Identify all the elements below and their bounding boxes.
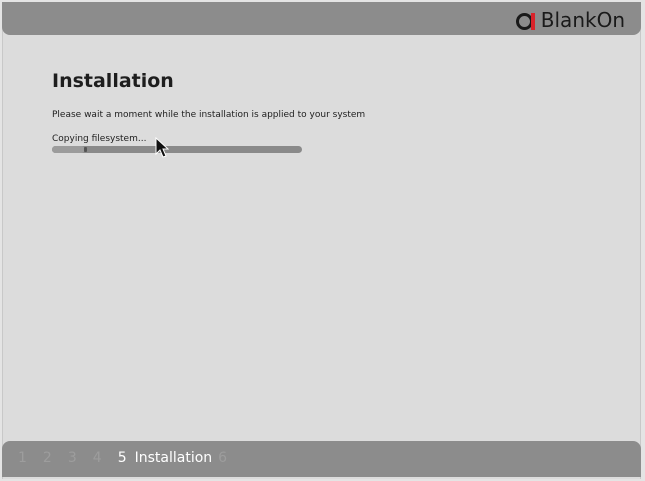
step-6: 6 xyxy=(218,450,228,466)
page-title: Installation xyxy=(52,70,174,92)
blankon-logo-icon xyxy=(515,12,536,30)
step-4: 4 xyxy=(92,450,102,466)
step-list: 1 2 3 4 5 Installation 6 xyxy=(18,450,243,466)
installation-progress-bar xyxy=(52,146,302,153)
progress-indicator xyxy=(84,147,87,152)
step-navigation-bar: 1 2 3 4 5 Installation 6 xyxy=(2,441,641,477)
mouse-pointer-icon xyxy=(155,137,169,158)
brand-logo: BlankOn xyxy=(515,8,625,32)
progress-fill xyxy=(52,146,85,153)
step-2: 2 xyxy=(42,450,52,466)
page-description: Please wait a moment while the installat… xyxy=(52,110,366,120)
step-5: 5 xyxy=(117,450,127,466)
header-bar: BlankOn xyxy=(2,2,641,35)
active-step-label: Installation xyxy=(134,450,213,466)
progress-status-text: Copying filesystem... xyxy=(52,134,147,144)
step-3: 3 xyxy=(67,450,77,466)
step-1: 1 xyxy=(18,450,27,466)
brand-name: BlankOn xyxy=(540,8,625,32)
